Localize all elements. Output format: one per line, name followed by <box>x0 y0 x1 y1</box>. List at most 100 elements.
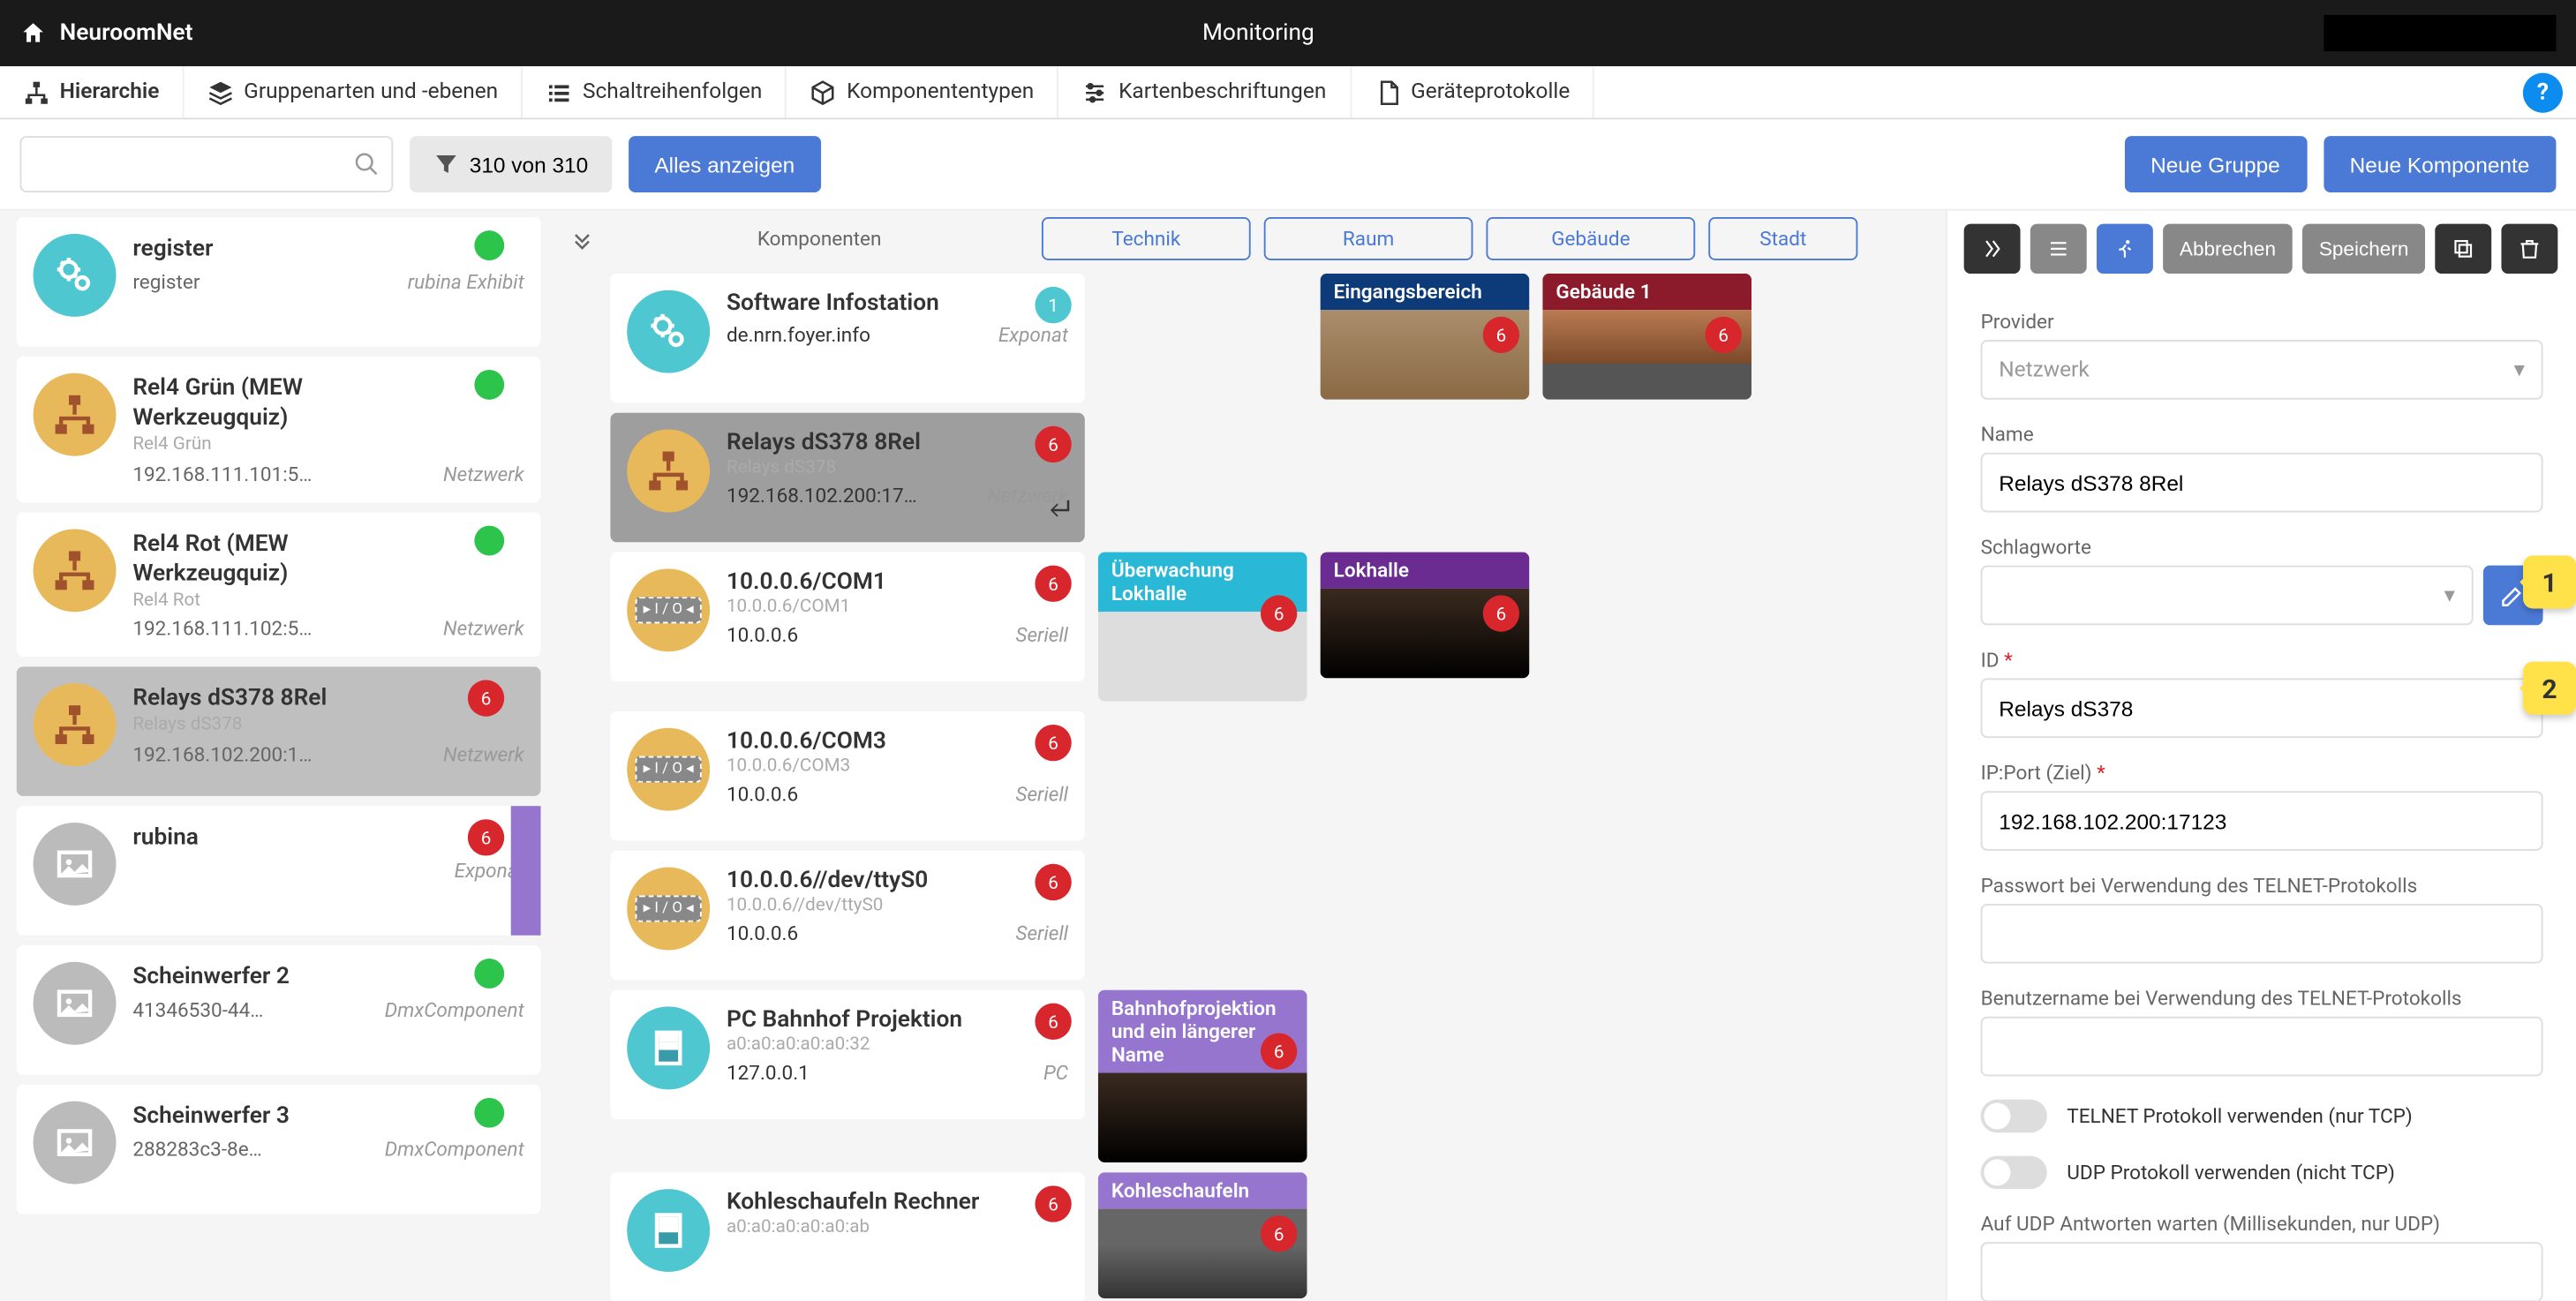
component-meta-left: 10.0.0.6 <box>727 922 798 945</box>
component-card[interactable]: ▸ I / O ◂10.0.0.6/COM310.0.0.6/COM310.0.… <box>610 711 1084 841</box>
trash-icon <box>2518 236 2541 262</box>
item-title: Rel4 Rot (MEW Werkzeugquiz) <box>132 529 406 589</box>
sliders-icon <box>1082 79 1109 105</box>
list-view-button[interactable] <box>2030 224 2087 274</box>
brand[interactable]: NeuroomNet <box>20 20 193 47</box>
group-card[interactable]: Bahnhofprojektion und ein längerer Name6 <box>1098 990 1307 1162</box>
component-title: 10.0.0.6/COM3 <box>727 728 1068 755</box>
telnet-username-field[interactable] <box>1980 1017 2542 1077</box>
group-title: Kohleschaufeln <box>1098 1172 1307 1208</box>
item-icon <box>34 962 117 1045</box>
component-card[interactable]: Relays dS378 8RelRelays dS378192.168.102… <box>610 413 1084 543</box>
item-title: Scheinwerfer 3 <box>132 1102 406 1132</box>
collapse-panel-button[interactable] <box>1964 224 2021 274</box>
cancel-button[interactable]: Abbrechen <box>2163 224 2293 274</box>
telnet-password-field[interactable] <box>1980 904 2542 964</box>
list-item[interactable]: Rel4 Grün (MEW Werkzeugquiz)Rel4 Grün192… <box>17 357 541 502</box>
label-telnet-user: Benutzername bei Verwendung des TELNET-P… <box>1980 987 2542 1010</box>
list-item[interactable]: Scheinwerfer 241346530-44…DmxComponent <box>17 945 541 1075</box>
toggle-udp[interactable] <box>1980 1156 2046 1190</box>
component-subtitle: 10.0.0.6//dev/ttyS0 <box>727 894 1068 915</box>
group-card[interactable]: Eingangsbereich6 <box>1321 274 1530 400</box>
filter-label: 310 von 310 <box>470 152 588 177</box>
help-button[interactable]: ? <box>2523 73 2563 113</box>
col-komponenten: Komponenten <box>610 217 1028 260</box>
status-badge: 6 <box>468 819 504 855</box>
list-item[interactable]: Scheinwerfer 3288283c3-8e…DmxComponent <box>17 1085 541 1215</box>
component-card[interactable]: Kohleschaufeln Rechnera0:a0:a0:a0:a0:ab6 <box>610 1172 1084 1300</box>
item-meta-left: 192.168.111.102:5… <box>132 617 312 640</box>
tab-hierarchie[interactable]: Hierarchie <box>0 66 185 117</box>
topbar: NeuroomNet Monitoring <box>0 0 2576 66</box>
filter-button[interactable]: 310 von 310 <box>410 136 611 192</box>
status-badge: 6 <box>1035 1185 1071 1222</box>
enter-icon[interactable] <box>1045 496 1072 530</box>
label-udp-wait: Auf UDP Antworten warten (Millisekunden,… <box>1980 1213 2542 1236</box>
item-subtitle: Rel4 Grün <box>132 433 523 455</box>
list-icon <box>2047 236 2070 262</box>
expand-all-button[interactable] <box>554 217 611 264</box>
copy-button[interactable] <box>2435 224 2491 274</box>
component-icon <box>627 1189 710 1272</box>
sitemap-icon <box>23 79 49 105</box>
item-meta-right: Netzwerk <box>443 462 524 485</box>
tab-label: Hierarchie <box>60 79 160 104</box>
chevron-down-icon: ▾ <box>2513 357 2524 382</box>
component-icon <box>627 290 710 373</box>
callout-2: 2 <box>2523 662 2576 715</box>
list-item[interactable]: Relays dS378 8RelRelays dS378192.168.102… <box>17 667 541 797</box>
component-subtitle: a0:a0:a0:a0:a0:ab <box>727 1215 1068 1237</box>
component-title: Relays dS378 8Rel <box>727 430 1068 456</box>
component-meta-right: Exponat <box>998 323 1068 346</box>
run-button[interactable] <box>2097 224 2153 274</box>
group-card[interactable]: Lokhalle6 <box>1321 553 1530 679</box>
group-card[interactable]: Gebäude 16 <box>1542 274 1751 400</box>
tags-select[interactable]: ▾ <box>1980 566 2473 626</box>
search-input[interactable] <box>20 136 394 192</box>
tab-komponententypen[interactable]: Komponententypen <box>787 66 1059 117</box>
item-icon <box>34 373 117 456</box>
col-raum[interactable]: Raum <box>1264 217 1473 260</box>
layers-icon <box>207 79 234 105</box>
component-meta-right: Seriell <box>1016 783 1069 806</box>
component-icon <box>627 1007 710 1090</box>
provider-select[interactable]: Netzwerk ▾ <box>1980 340 2542 400</box>
col-gebaeude[interactable]: Gebäude <box>1487 217 1696 260</box>
new-group-button[interactable]: Neue Gruppe <box>2124 136 2307 192</box>
component-card[interactable]: PC Bahnhof Projektiona0:a0:a0:a0:a0:3212… <box>610 990 1084 1120</box>
tab-schaltreihenfolgen[interactable]: Schaltreihenfolgen <box>523 66 787 117</box>
delete-button[interactable] <box>2502 224 2558 274</box>
status-badge: 6 <box>1261 1034 1297 1070</box>
save-button[interactable]: Speichern <box>2302 224 2425 274</box>
component-subtitle: a0:a0:a0:a0:a0:32 <box>727 1034 1068 1055</box>
group-card[interactable]: Kohleschaufeln6 <box>1098 1172 1307 1298</box>
status-badge: 6 <box>1483 317 1519 353</box>
component-card[interactable]: ▸ I / O ◂10.0.0.6/COM110.0.0.6/COM110.0.… <box>610 553 1084 682</box>
col-technik[interactable]: Technik <box>1042 217 1251 260</box>
search-icon[interactable] <box>353 151 380 184</box>
provider-value: Netzwerk <box>1999 357 2089 382</box>
tab-kartenbeschriftungen[interactable]: Kartenbeschriftungen <box>1058 66 1351 117</box>
stripe <box>511 806 541 936</box>
name-field[interactable] <box>1980 453 2542 513</box>
id-field[interactable] <box>1980 678 2542 738</box>
udp-wait-field[interactable] <box>1980 1242 2542 1300</box>
home-icon <box>20 20 47 47</box>
show-all-button[interactable]: Alles anzeigen <box>628 136 821 192</box>
list-item[interactable]: rubinaExponat6 <box>17 806 541 936</box>
component-meta-left: 192.168.102.200:17… <box>727 485 917 508</box>
item-icon <box>34 529 117 612</box>
new-component-button[interactable]: Neue Komponente <box>2324 136 2557 192</box>
list-item[interactable]: Rel4 Rot (MEW Werkzeugquiz)Rel4 Rot192.1… <box>17 512 541 658</box>
list-item[interactable]: registerregisterrubina Exhibit <box>17 217 541 347</box>
group-card[interactable]: Überwachung Lokhalle6 <box>1098 553 1307 702</box>
component-card[interactable]: ▸ I / O ◂10.0.0.6//dev/ttyS010.0.0.6//de… <box>610 851 1084 981</box>
tab-geraeteprotokolle[interactable]: Geräteprotokolle <box>1352 66 1595 117</box>
toggle-telnet[interactable] <box>1980 1100 2046 1133</box>
tab-gruppenarten[interactable]: Gruppenarten und -ebenen <box>185 66 523 117</box>
col-stadt[interactable]: Stadt <box>1708 217 1857 260</box>
component-card[interactable]: Software Infostationde.nrn.foyer.infoExp… <box>610 274 1084 403</box>
left-list[interactable]: registerregisterrubina ExhibitRel4 Grün … <box>0 211 541 1300</box>
center-grid[interactable]: Komponenten Technik Raum Gebäude Stadt S… <box>541 211 1946 1300</box>
ipport-field[interactable] <box>1980 791 2542 851</box>
